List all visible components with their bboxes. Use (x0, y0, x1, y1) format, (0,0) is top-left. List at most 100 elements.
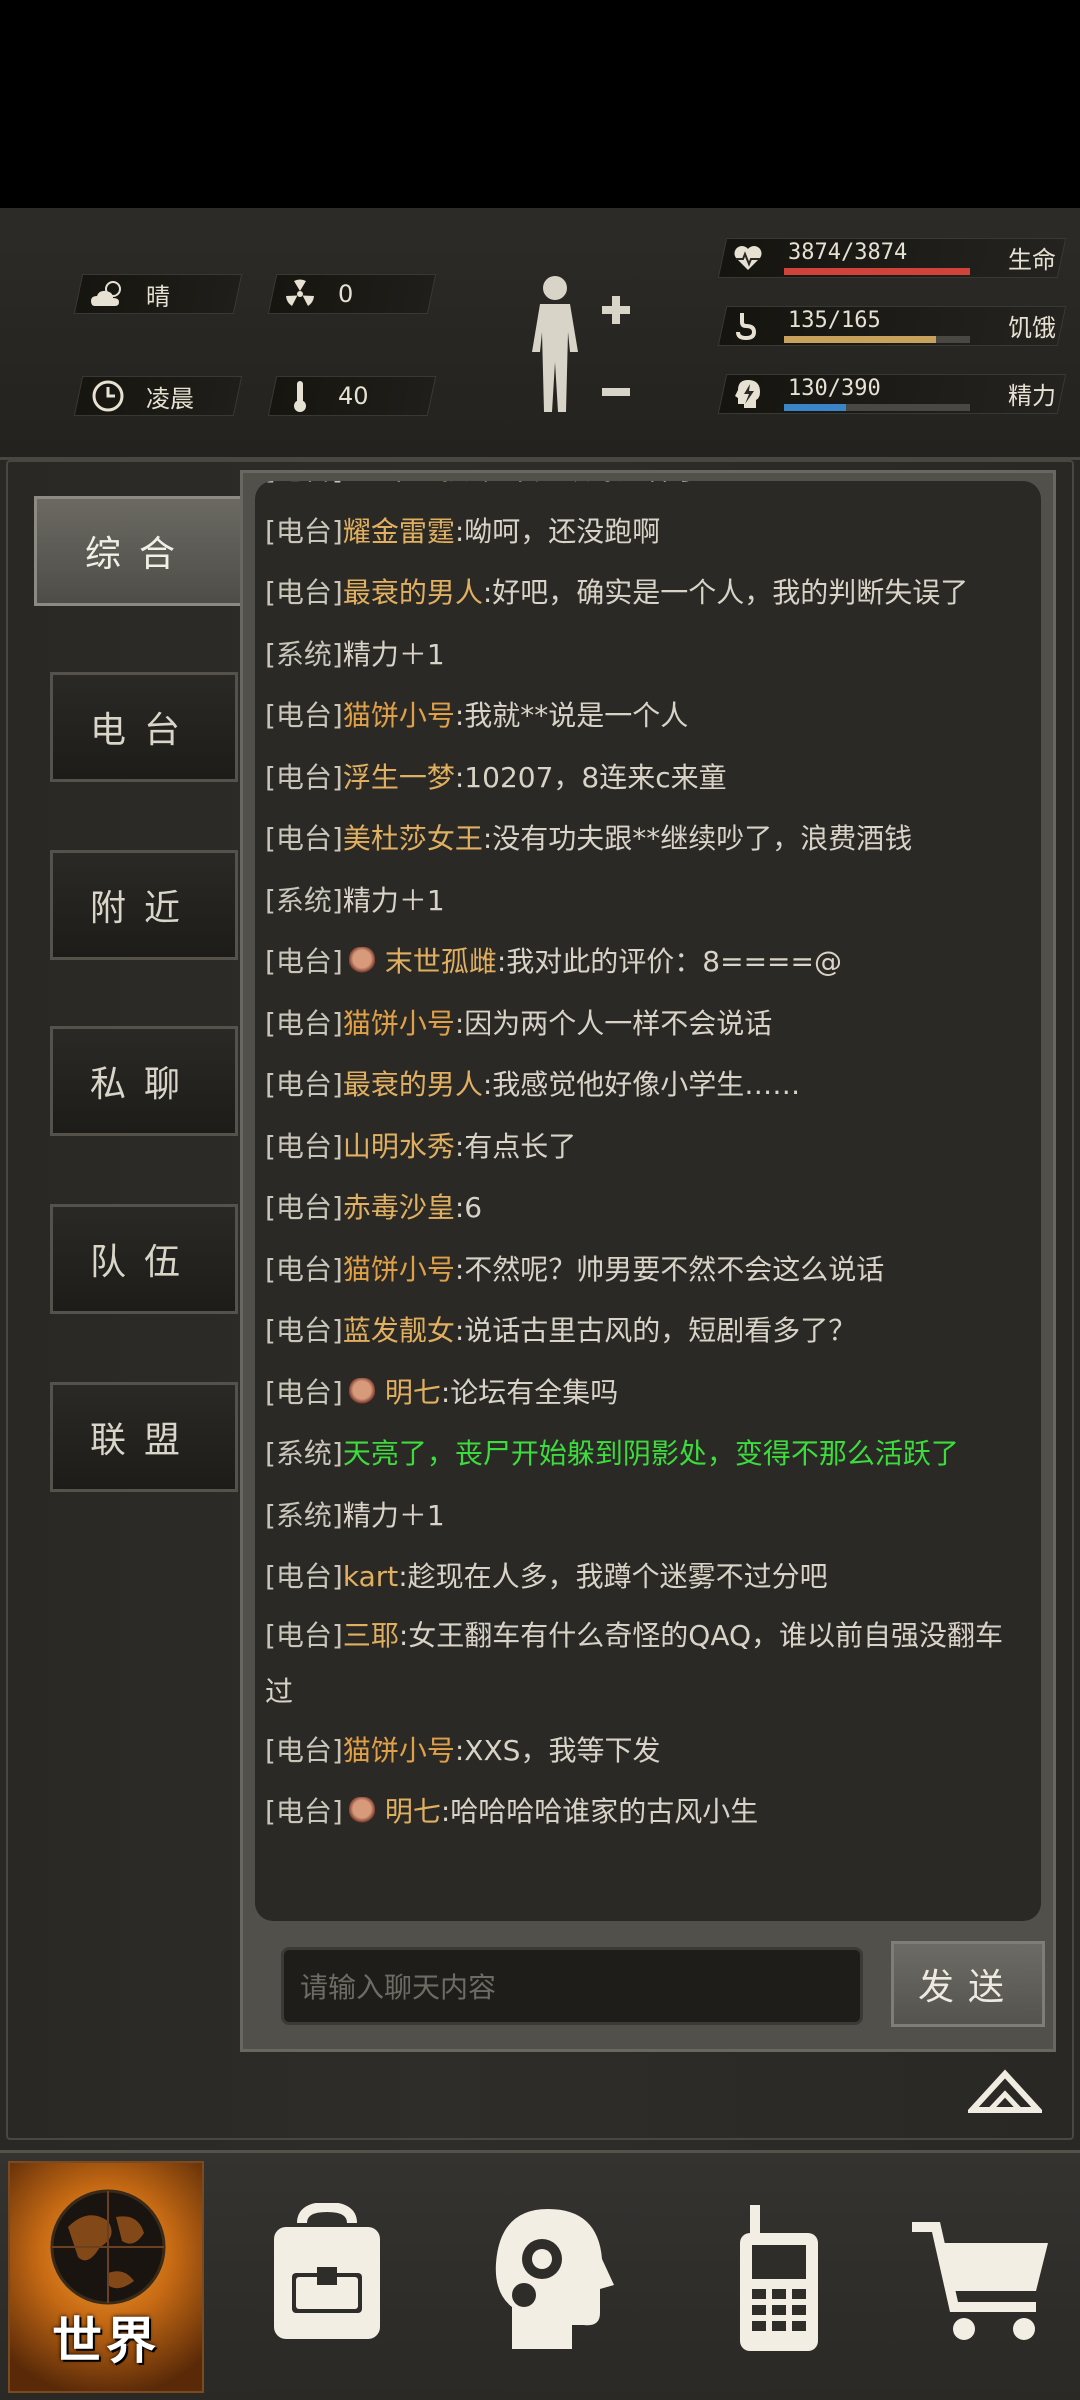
message-text: :趁现在人多，我蹲个迷雾不过分吧 (398, 1560, 828, 1593)
collapse-button[interactable] (965, 2066, 1045, 2116)
message-text: 天亮了，丧尸开始躲到阴影处，变得不那么活跃了 (342, 1437, 959, 1470)
message-sender[interactable]: 猫饼小号 (343, 1734, 455, 1767)
message-channel: [电台] (265, 1006, 343, 1040)
chat-message: [电台] 末世孤雌:我对此的评价：8====@ (255, 931, 1041, 993)
message-text: :我对此的评价：8====@ (496, 945, 842, 978)
message-sender[interactable]: 猫饼小号 (343, 1007, 455, 1040)
message-sender[interactable]: 猫饼小号 (343, 1253, 455, 1286)
message-channel: [电台] (265, 1068, 343, 1101)
message-text: 精力＋1 (342, 1498, 445, 1532)
tab-radio[interactable]: 电台 (50, 672, 238, 782)
chat-message: [电台]猫饼小号:XXS，我等下发 (255, 1720, 1041, 1782)
message-sender[interactable]: 赤毒沙皇 (343, 1191, 455, 1224)
energy-bar: 130/390 精力 (717, 374, 1067, 414)
chat-message: [电台]kart:趁现在人多，我蹲个迷雾不过分吧 (255, 1546, 1041, 1608)
vip-badge-icon (348, 1377, 375, 1408)
message-sender[interactable]: 最衰的男人 (343, 1068, 483, 1101)
message-text: :论坛有全集吗 (440, 1375, 619, 1409)
message-channel: [电台] (265, 760, 343, 794)
message-sender[interactable]: 山明水秀 (343, 1130, 455, 1163)
message-channel: [电台] (265, 481, 343, 486)
message-sender[interactable]: 浮生一梦 (343, 761, 455, 794)
chat-message: [系统]天亮了，丧尸开始躲到阴影处，变得不那么活跃了 (255, 1423, 1041, 1485)
message-sender[interactable]: 蓝发靓女 (343, 1314, 455, 1347)
message-channel: [电台] (265, 1252, 343, 1286)
chat-message: [电台]猫饼小号:我就**说是一个人 (255, 685, 1041, 747)
chat-message: [系统]精力＋1 (255, 624, 1041, 686)
chat-message: [电台]山明水秀:有点长了 (255, 1116, 1041, 1178)
tab-general[interactable]: 综合 (34, 496, 244, 606)
message-channel: [电台] (265, 1375, 343, 1409)
chat-message: [电台]猫饼小号:因为两个人一样不会说话 (255, 993, 1041, 1055)
message-channel: [电台] (265, 1733, 343, 1767)
message-sender[interactable]: 耀金雷霆 (343, 515, 455, 548)
message-list: [电台]末世孤雌:不是跟踪这样了[电台]耀金雷霆:呦呵，还没跑啊[电台]最衰的男… (255, 481, 1041, 1843)
message-text: :10207，8连来c来童 (454, 760, 727, 794)
radiation-value: 0 (338, 280, 354, 308)
message-channel: [电台] (265, 1795, 343, 1828)
chat-message: [电台]三耶:女王翻车有什么奇怪的QAQ，谁以前自强没翻车过 (255, 1608, 1041, 1720)
chat-message: [电台] 明七:论坛有全集吗 (255, 1362, 1041, 1424)
thermometer-icon (280, 376, 320, 416)
energy-fill (784, 404, 846, 411)
hunger-name: 饥饿 (1008, 314, 1056, 342)
message-text: :呦呵，还没跑啊 (454, 514, 661, 548)
chat-message: [系统]精力＋1 (255, 870, 1041, 932)
message-text: :哈哈哈哈谁家的古风小生 (440, 1795, 759, 1828)
hunger-fill (784, 336, 937, 343)
backpack-icon (274, 2201, 380, 2339)
message-sender[interactable]: kart (343, 1560, 398, 1593)
vip-badge-icon (348, 1797, 375, 1827)
tab-team[interactable]: 队伍 (50, 1204, 238, 1314)
message-sender[interactable]: 最衰的男人 (343, 576, 483, 609)
message-text: :6 (454, 1191, 483, 1224)
energy-value: 130/390 (788, 376, 881, 401)
nav-backpack[interactable] (262, 2201, 392, 2353)
time-label: 凌晨 (146, 384, 194, 413)
message-text: 精力＋1 (342, 883, 445, 917)
chat-message: [电台] 末世孤雌:不是跟踪这样了 (255, 481, 1041, 501)
message-sender[interactable]: 三耶 (343, 1619, 399, 1652)
message-text: :XXS，我等下发 (454, 1733, 661, 1767)
chat-message: [电台] 明七:哈哈哈哈谁家的古风小生 (255, 1781, 1041, 1843)
radio-icon (740, 2205, 818, 2351)
radiation-icon (280, 274, 320, 314)
message-sender[interactable]: 美杜莎女王 (343, 822, 483, 855)
message-channel: [电台] (265, 822, 343, 855)
chat-message: [电台]猫饼小号:不然呢？帅男要不然不会这么说话 (255, 1239, 1041, 1301)
chat-message: [电台]最衰的男人:我感觉他好像小学生…… (255, 1054, 1041, 1116)
chat-message: [电台]蓝发靓女:说话古里古风的，短剧看多了？ (255, 1300, 1041, 1362)
tab-alliance[interactable]: 联盟 (50, 1382, 238, 1492)
message-channel: [电台] (265, 1314, 343, 1347)
message-sender[interactable]: 明七 (385, 1376, 441, 1409)
tab-private[interactable]: 私聊 (50, 1026, 238, 1136)
message-text: :有点长了 (454, 1129, 577, 1163)
tab-nearby[interactable]: 附近 (50, 850, 238, 960)
temperature-chip: 40 (280, 376, 369, 416)
nav-shop[interactable] (908, 2203, 1058, 2353)
nav-skills[interactable] (488, 2203, 618, 2353)
nav-world-label: 世界 (52, 2312, 160, 2370)
body-status-button[interactable] (520, 272, 630, 422)
send-button[interactable]: 发送 (891, 1941, 1045, 2027)
message-sender[interactable]: 明七 (385, 1795, 441, 1828)
weather-label: 晴 (146, 282, 170, 311)
weather-chip: 晴 (88, 274, 170, 314)
chat-message: [电台]最衰的男人:好吧，确实是一个人，我的判断失误了 (255, 562, 1041, 624)
temperature-value: 40 (338, 382, 369, 410)
message-text: :没有功夫跟**继续吵了，浪费酒钱 (482, 822, 913, 855)
message-sender[interactable]: 猫饼小号 (343, 699, 455, 732)
nav-world[interactable]: 世界 (8, 2161, 204, 2393)
chat-log[interactable]: [电台]末世孤雌:不是跟踪这样了[电台]耀金雷霆:呦呵，还没跑啊[电台]最衰的男… (255, 481, 1041, 1921)
message-sender[interactable]: 末世孤雌 (385, 945, 497, 978)
message-sender[interactable]: 末世孤雌 (385, 481, 497, 486)
message-channel: [电台] (265, 576, 343, 609)
message-channel: [电台] (265, 1618, 343, 1652)
skills-head-icon (495, 2209, 614, 2349)
chat-input[interactable]: 请输入聊天内容 (281, 1947, 863, 2025)
health-fill (784, 268, 970, 275)
nav-radio[interactable] (714, 2203, 844, 2353)
chat-message: [电台]美杜莎女王:没有功夫跟**继续吵了，浪费酒钱 (255, 808, 1041, 870)
message-text: :我感觉他好像小学生…… (482, 1068, 801, 1101)
status-bar-area (0, 0, 1080, 208)
